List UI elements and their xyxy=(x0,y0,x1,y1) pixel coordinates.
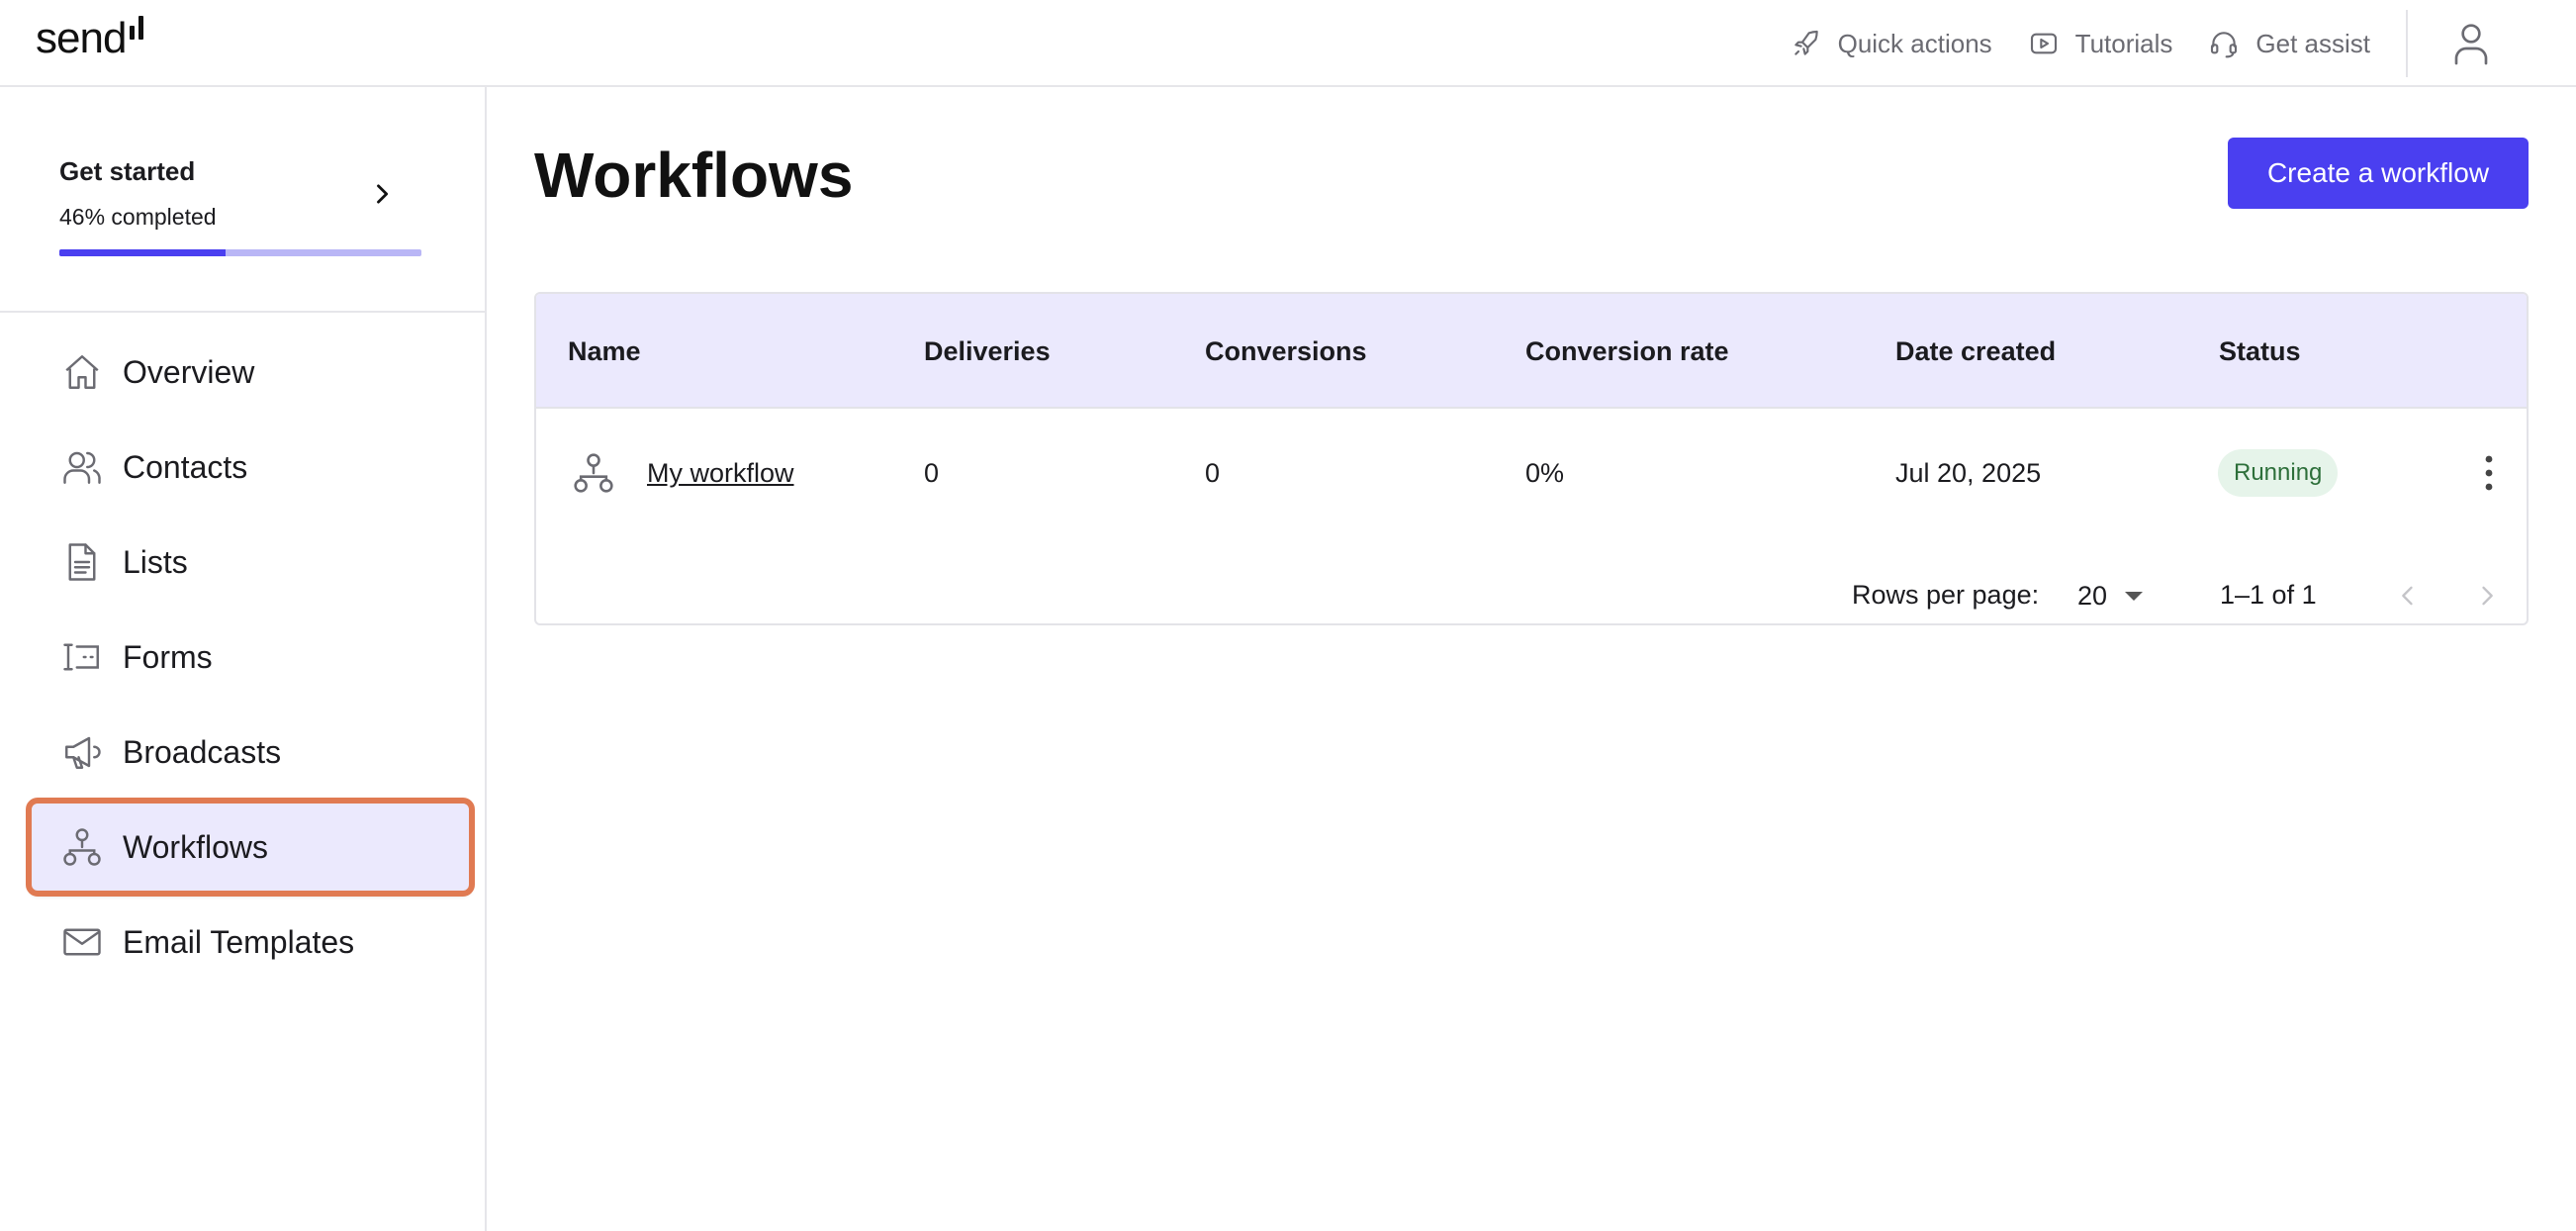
workflow-name-cell: My workflow xyxy=(647,409,794,537)
sidebar-item-lists[interactable]: Lists xyxy=(32,519,469,606)
more-vertical-icon xyxy=(2485,455,2493,491)
date-created-cell: Jul 20, 2025 xyxy=(1895,458,2042,488)
sidebar-item-label: Broadcasts xyxy=(123,733,282,770)
home-icon xyxy=(65,355,99,389)
logo-text: send xyxy=(36,14,127,62)
page-range: 1–1 of 1 xyxy=(2220,580,2317,610)
get-started-progress-text: 46% completed xyxy=(59,204,217,230)
table-header: Name Deliveries Conversions Conversion r… xyxy=(536,294,2527,409)
chevron-right-icon xyxy=(377,184,389,204)
sidebar-item-label: Contacts xyxy=(123,448,248,485)
conversion-rate-cell: 0% xyxy=(1525,458,1565,488)
page-title: Workflows xyxy=(534,140,854,211)
sidebar-item-forms[interactable]: Forms xyxy=(32,614,469,701)
user-icon xyxy=(2454,24,2488,65)
profile-button[interactable] xyxy=(2445,18,2497,69)
top-actions: Quick actions Tutorials Get assist xyxy=(1791,0,2576,87)
get-assist-button[interactable]: Get assist xyxy=(2208,28,2370,59)
sidebar-item-label: Workflows xyxy=(123,828,268,865)
logo-bars-icon xyxy=(130,16,144,40)
logo[interactable]: send xyxy=(36,14,144,63)
row-actions-button[interactable] xyxy=(2467,451,2511,495)
rows-per-page-select[interactable]: 20 xyxy=(2077,574,2161,617)
workflow-icon xyxy=(574,453,613,493)
sidebar-item-overview[interactable]: Overview xyxy=(32,329,469,416)
sidebar-item-label: Overview xyxy=(123,353,255,390)
sidebar: Get started 46% completed Overview Conta… xyxy=(0,87,487,1231)
tutorials-label: Tutorials xyxy=(2074,28,2173,58)
rows-per-page-value: 20 xyxy=(2077,580,2108,611)
play-icon xyxy=(2030,33,2057,54)
get-assist-label: Get assist xyxy=(2255,28,2370,58)
column-header-name[interactable]: Name xyxy=(568,294,641,409)
pagination: Rows per page: 20 1–1 of 1 xyxy=(489,572,2576,621)
column-header-conversions[interactable]: Conversions xyxy=(1205,294,1367,409)
sidebar-item-label: Lists xyxy=(123,543,188,580)
previous-page-button[interactable] xyxy=(2386,574,2430,617)
top-divider xyxy=(2406,10,2408,77)
quick-actions-label: Quick actions xyxy=(1837,28,1992,58)
tutorials-button[interactable]: Tutorials xyxy=(2028,28,2173,59)
rocket-icon xyxy=(1794,30,1818,55)
get-started-title: Get started xyxy=(59,156,196,186)
deliveries-cell: 0 xyxy=(924,458,940,488)
status-badge: Running xyxy=(2218,449,2339,497)
caret-down-icon xyxy=(2125,591,2144,601)
sidebar-item-label: Email Templates xyxy=(123,923,355,960)
quick-actions-button[interactable]: Quick actions xyxy=(1791,28,1992,59)
sidebar-item-email-templates[interactable]: Email Templates xyxy=(32,899,469,986)
column-header-status[interactable]: Status xyxy=(2219,294,2301,409)
envelope-icon xyxy=(63,928,101,956)
main-content: Workflows Create a workflow Name Deliver… xyxy=(489,87,2576,1231)
top-bar: send Quick actions Tutorials Get assist xyxy=(0,0,2576,87)
form-icon xyxy=(63,643,99,671)
megaphone-icon xyxy=(65,736,101,769)
rows-per-page-label: Rows per page: xyxy=(1852,580,2040,610)
get-started-card[interactable]: Get started 46% completed xyxy=(0,87,485,313)
sidebar-item-contacts[interactable]: Contacts xyxy=(32,424,469,511)
column-header-deliveries[interactable]: Deliveries xyxy=(924,294,1051,409)
workflow-name-link[interactable]: My workflow xyxy=(647,458,794,488)
conversions-cell: 0 xyxy=(1205,458,1221,488)
contacts-icon xyxy=(63,451,101,484)
sidebar-item-label: Forms xyxy=(123,638,213,675)
headset-icon xyxy=(2211,32,2238,58)
create-workflow-button[interactable]: Create a workflow xyxy=(2228,138,2529,209)
sidebar-item-broadcasts[interactable]: Broadcasts xyxy=(32,709,469,796)
next-page-button[interactable] xyxy=(2465,574,2509,617)
list-document-icon xyxy=(68,543,96,581)
progress-fill xyxy=(59,249,227,256)
sidebar-item-workflows[interactable]: Workflows xyxy=(26,798,475,897)
table-row: My workflow 0 0 0% Jul 20, 2025 Running xyxy=(536,409,2527,537)
chevron-right-icon xyxy=(2482,586,2493,606)
column-header-date-created[interactable]: Date created xyxy=(1895,294,2056,409)
chevron-left-icon xyxy=(2402,586,2413,606)
get-started-progress-bar xyxy=(59,249,421,256)
column-header-conversion-rate[interactable]: Conversion rate xyxy=(1525,294,1729,409)
workflow-icon xyxy=(63,828,101,866)
